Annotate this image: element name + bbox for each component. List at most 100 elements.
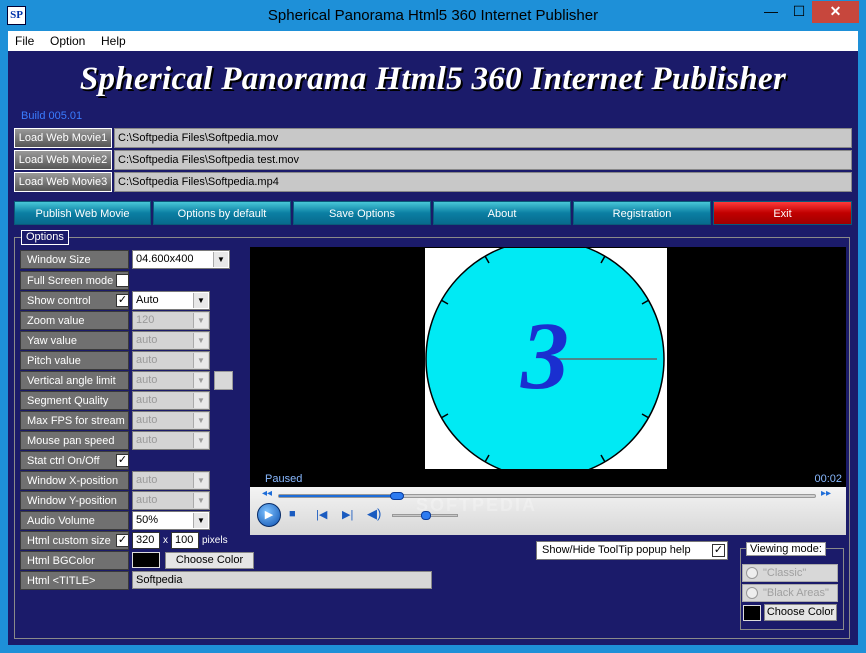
stat-ctrl-checkbox[interactable]: ✓ xyxy=(116,454,129,467)
max-fps-value: auto xyxy=(136,414,158,426)
menu-help[interactable]: Help xyxy=(101,34,126,48)
tooltip-toggle[interactable]: Show/Hide ToolTip popup help ✓ xyxy=(536,541,728,560)
html-custom-size-label: Html custom size xyxy=(20,531,129,550)
chevron-down-icon[interactable]: ▼ xyxy=(193,333,208,348)
audio-volume-select[interactable]: 50% ▼ xyxy=(132,511,210,530)
player-controls: ◂◂ ▸▸ ▶ ■ |◀ ▶| ◀) xyxy=(250,487,846,535)
chevron-down-icon[interactable]: ▼ xyxy=(193,493,208,508)
html-height-input[interactable]: 100 xyxy=(171,532,199,549)
viewing-mode-black-areas-radio[interactable]: "Black Areas" xyxy=(742,584,838,602)
max-fps-label: Max FPS for stream xyxy=(20,411,129,430)
video-player[interactable]: 3 Paused 00:02 ◂◂ ▸▸ ▶ ■ |◀ ▶| ◀) SOFTPE… xyxy=(250,239,846,535)
pitch-value-label: Pitch value xyxy=(20,351,129,370)
audio-volume-label: Audio Volume xyxy=(20,511,129,530)
window-y-position-select[interactable]: auto ▼ xyxy=(132,491,210,510)
next-icon[interactable]: ▶| xyxy=(342,508,353,521)
chevron-down-icon[interactable]: ▼ xyxy=(193,373,208,388)
full-screen-label: Full Screen mode xyxy=(20,271,129,290)
clock-digit: 3 xyxy=(520,302,569,409)
rewind-icon[interactable]: ◂◂ xyxy=(262,488,272,499)
yaw-value: auto xyxy=(136,334,158,346)
previous-icon[interactable]: |◀ xyxy=(316,508,327,521)
chevron-down-icon[interactable]: ▼ xyxy=(193,393,208,408)
max-fps-select[interactable]: auto ▼ xyxy=(132,411,210,430)
save-options-button[interactable]: Save Options xyxy=(293,201,431,225)
pitch-value-select[interactable]: auto ▼ xyxy=(132,351,210,370)
video-frame: 3 xyxy=(425,239,667,479)
chevron-down-icon[interactable]: ▼ xyxy=(213,252,228,267)
window-y-position-label: Window Y-position xyxy=(20,491,129,510)
chevron-down-icon[interactable]: ▼ xyxy=(193,293,208,308)
segment-quality-select[interactable]: auto ▼ xyxy=(132,391,210,410)
window-size-select[interactable]: 04.600x400 ▼ xyxy=(132,250,230,269)
chevron-down-icon[interactable]: ▼ xyxy=(193,313,208,328)
play-button[interactable]: ▶ xyxy=(257,503,281,527)
publish-web-movie-button[interactable]: Publish Web Movie xyxy=(14,201,151,225)
show-control-label: Show control xyxy=(20,291,129,310)
tooltip-toggle-label: Show/Hide ToolTip popup help xyxy=(542,544,691,556)
fast-forward-icon[interactable]: ▸▸ xyxy=(821,488,831,499)
radio-icon xyxy=(746,587,758,599)
registration-button[interactable]: Registration xyxy=(573,201,711,225)
show-control-select[interactable]: Auto ▼ xyxy=(132,291,210,310)
html-custom-size-checkbox[interactable]: ✓ xyxy=(116,534,129,547)
chevron-down-icon[interactable]: ▼ xyxy=(193,513,208,528)
viewing-mode-legend: Viewing mode: xyxy=(746,542,826,556)
html-title-label: Html <TITLE> xyxy=(20,571,129,590)
window-x-position-select[interactable]: auto ▼ xyxy=(132,471,210,490)
build-label: Build 005.01 xyxy=(21,110,83,122)
html-width-input[interactable]: 320 xyxy=(132,532,160,549)
zoom-value-select[interactable]: 120 ▼ xyxy=(132,311,210,330)
menu-option[interactable]: Option xyxy=(50,34,85,48)
segment-quality-label: Segment Quality xyxy=(20,391,129,410)
seek-bar[interactable] xyxy=(278,492,816,500)
chevron-down-icon[interactable]: ▼ xyxy=(193,353,208,368)
viewing-mode-color-swatch xyxy=(743,605,761,621)
window-size-label: Window Size xyxy=(20,250,129,269)
movie1-path-field[interactable]: C:\Softpedia Files\Softpedia.mov xyxy=(114,128,852,148)
vertical-angle-limit-value: auto xyxy=(136,374,158,386)
chevron-down-icon[interactable]: ▼ xyxy=(193,473,208,488)
seek-progress xyxy=(279,495,397,497)
show-control-value: Auto xyxy=(136,294,159,306)
show-control-checkbox[interactable]: ✓ xyxy=(116,294,129,307)
tooltip-toggle-checkbox[interactable]: ✓ xyxy=(712,544,725,557)
html-title-input[interactable]: Softpedia xyxy=(132,571,432,589)
stop-icon[interactable]: ■ xyxy=(289,508,296,520)
menu-bar: File Option Help xyxy=(8,31,858,51)
title-bar: SP Spherical Panorama Html5 360 Internet… xyxy=(0,0,866,31)
options-legend: Options xyxy=(21,230,69,245)
seek-handle[interactable] xyxy=(390,492,404,500)
player-status: Paused xyxy=(265,473,303,485)
yaw-value-label: Yaw value xyxy=(20,331,129,350)
viewing-mode-choose-color-button[interactable]: Choose Color xyxy=(764,604,837,621)
window-title: Spherical Panorama Html5 360 Internet Pu… xyxy=(267,7,599,24)
full-screen-checkbox[interactable] xyxy=(116,274,129,287)
load-web-movie3-button[interactable]: Load Web Movie3 xyxy=(14,172,112,192)
player-time: 00:02 xyxy=(814,473,842,485)
load-web-movie2-button[interactable]: Load Web Movie2 xyxy=(14,150,112,170)
about-button[interactable]: About xyxy=(433,201,571,225)
choose-bgcolor-button[interactable]: Choose Color xyxy=(165,552,254,569)
movie3-path-field[interactable]: C:\Softpedia Files\Softpedia.mp4 xyxy=(114,172,852,192)
html-bgcolor-label: Html BGColor xyxy=(20,551,129,570)
chevron-down-icon[interactable]: ▼ xyxy=(193,433,208,448)
close-button[interactable]: ✕ xyxy=(812,1,859,23)
volume-icon[interactable]: ◀) xyxy=(367,506,381,522)
yaw-value-select[interactable]: auto ▼ xyxy=(132,331,210,350)
stat-ctrl-label: Stat ctrl On/Off xyxy=(20,451,129,470)
exit-button[interactable]: Exit xyxy=(713,201,852,225)
vertical-angle-limit-select[interactable]: auto ▼ xyxy=(132,371,210,390)
pixels-unit: pixels xyxy=(202,535,228,546)
movie2-path-field[interactable]: C:\Softpedia Files\Softpedia test.mov xyxy=(114,150,852,170)
load-web-movie1-button[interactable]: Load Web Movie1 xyxy=(14,128,112,148)
options-by-default-button[interactable]: Options by default xyxy=(153,201,291,225)
menu-file[interactable]: File xyxy=(15,34,34,48)
chevron-down-icon[interactable]: ▼ xyxy=(193,413,208,428)
viewing-mode-classic-radio[interactable]: "Classic" xyxy=(742,564,838,582)
clock-video-frame: 3 xyxy=(425,239,665,479)
vertical-limit-toggle[interactable] xyxy=(214,371,233,390)
mouse-pan-speed-select[interactable]: auto ▼ xyxy=(132,431,210,450)
maximize-button[interactable]: ☐ xyxy=(786,1,812,23)
minimize-button[interactable]: — xyxy=(758,1,784,23)
